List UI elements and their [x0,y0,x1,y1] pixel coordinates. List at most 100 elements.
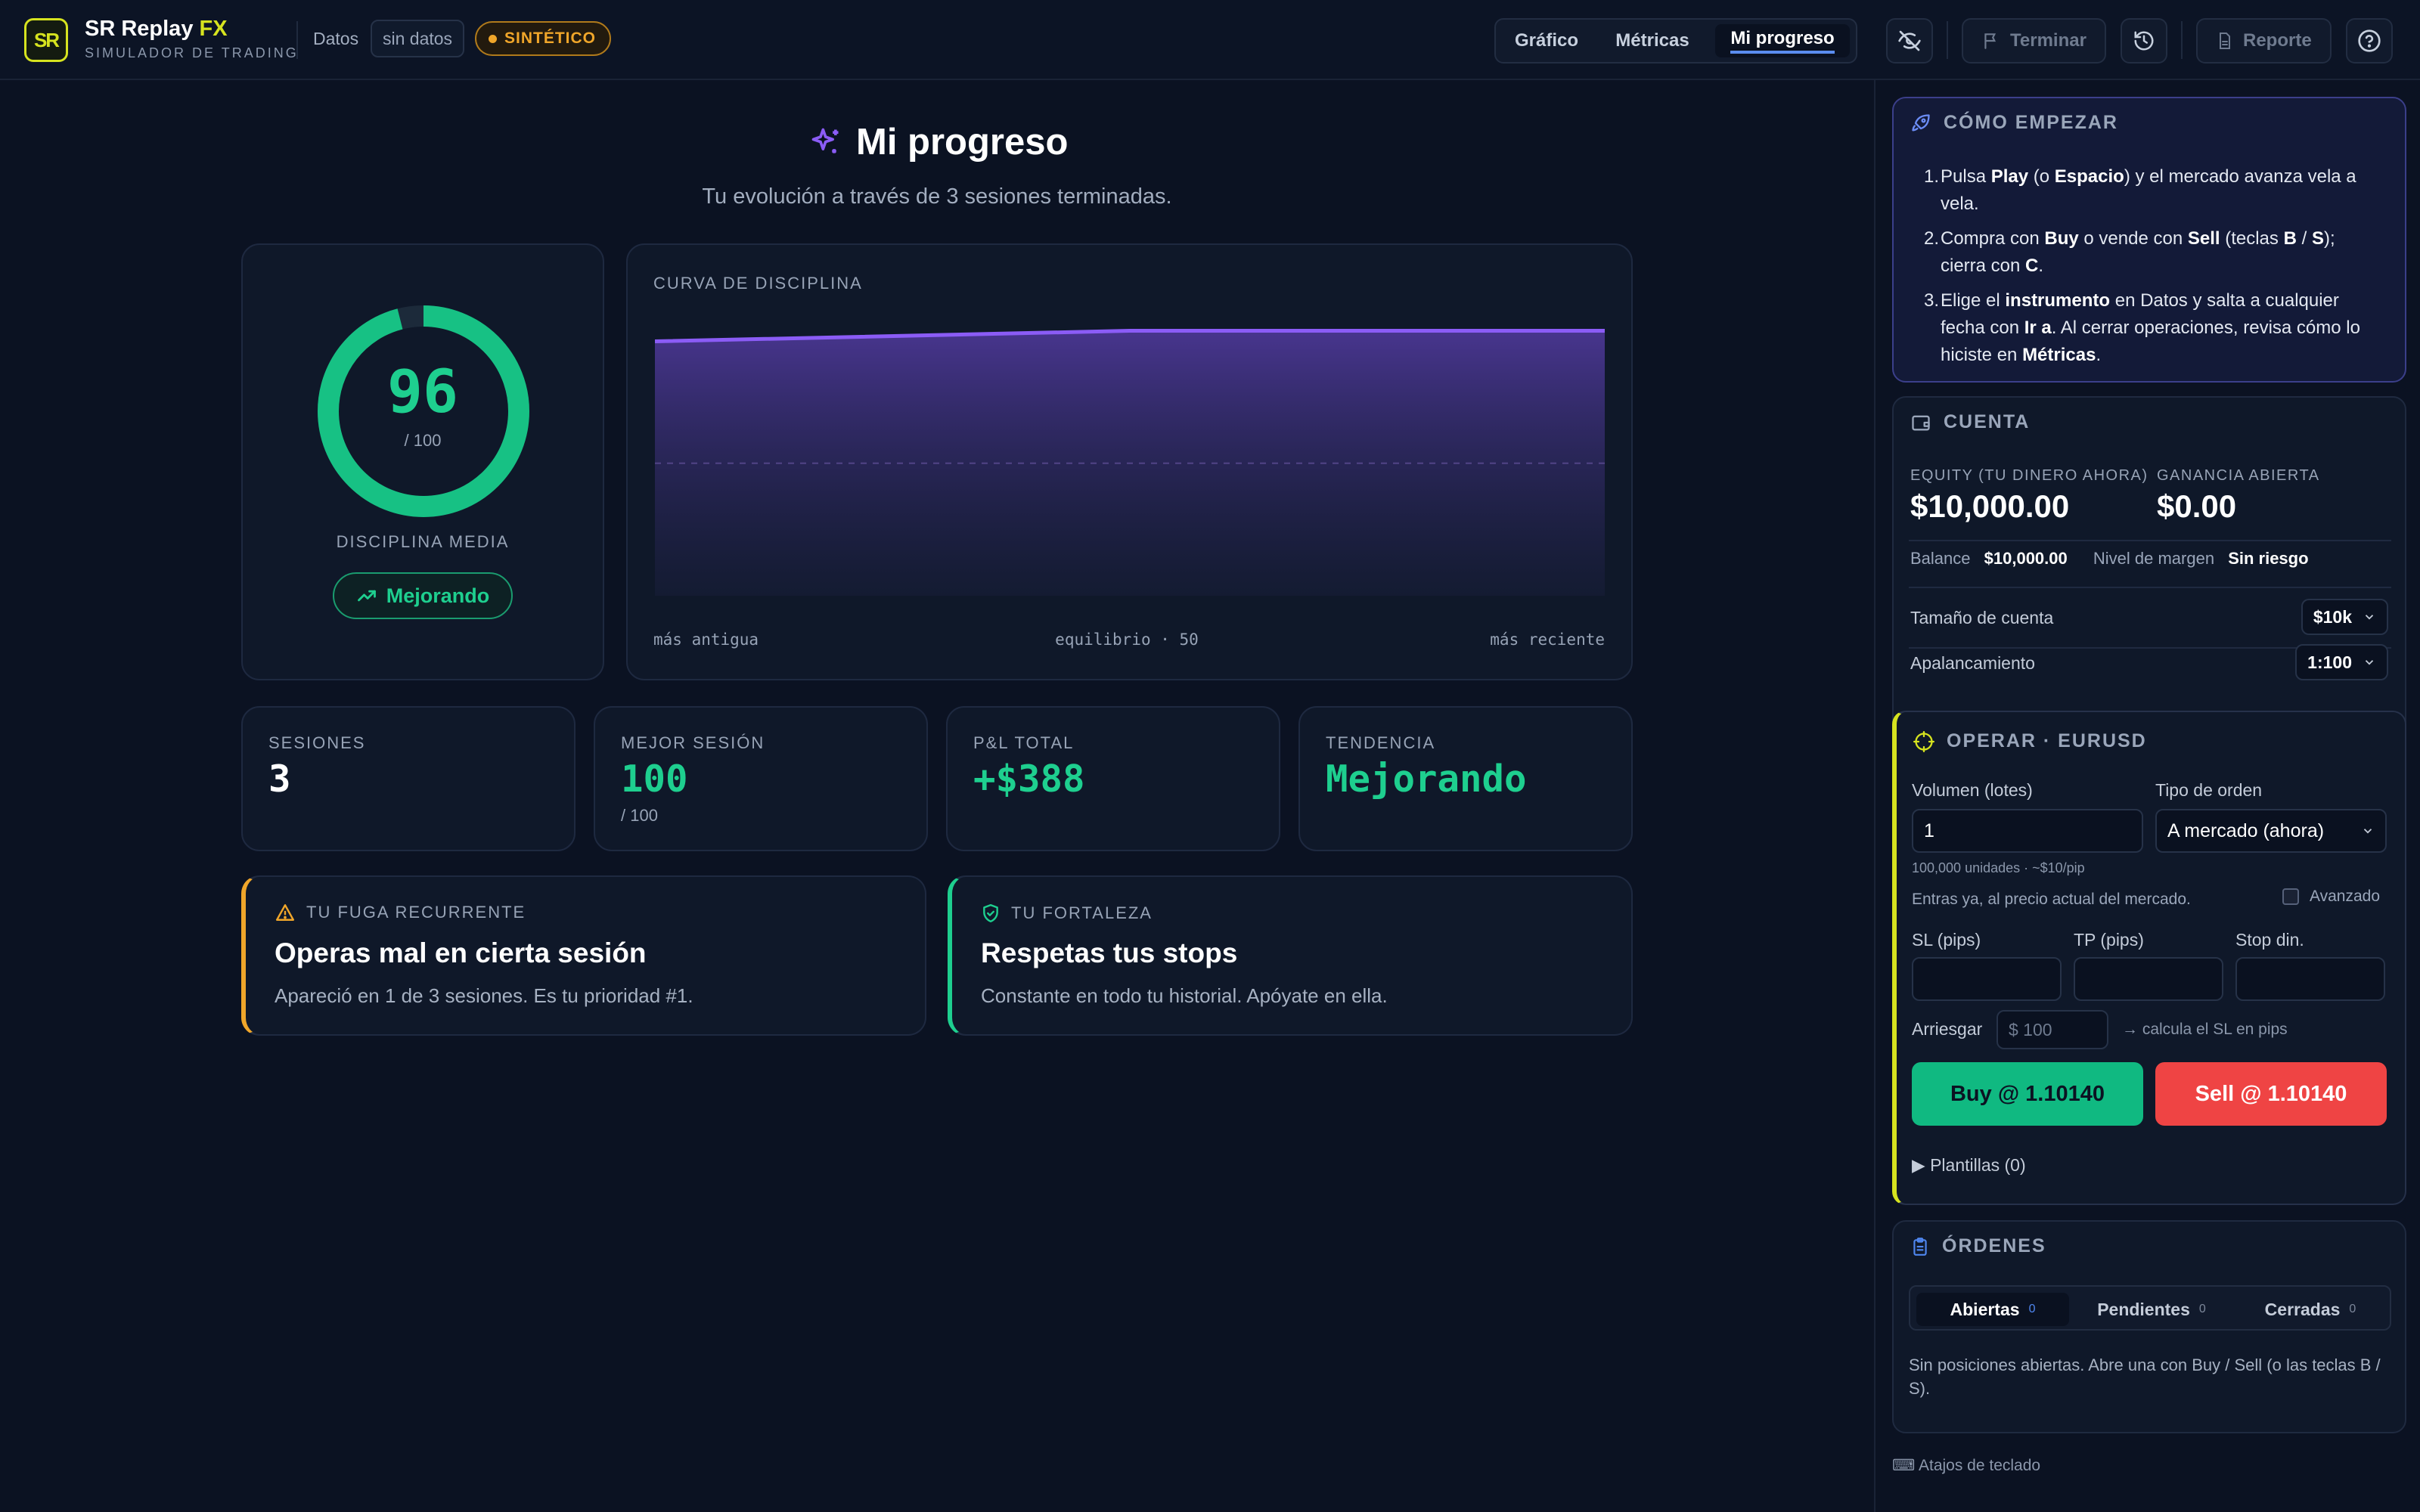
leverage-select[interactable]: 1:100 [2295,644,2388,680]
margin-value: Sin riesgo [2228,549,2309,568]
account-size-select[interactable]: $10k [2301,599,2388,635]
risk-input[interactable]: $ 100 [1996,1010,2108,1049]
step-item: 1. Pulsa Play (o Espacio) y el mercado av… [1924,163,2385,218]
app-logo: SR [24,18,68,62]
stat-value: 3 [268,758,291,801]
advanced-label: Avanzado [2310,888,2381,905]
volume-input[interactable]: 1 [1912,809,2143,853]
stat-card-trend: TENDENCIA Mejorando [1298,706,1633,851]
help-button[interactable] [2346,18,2393,64]
advanced-checkbox[interactable] [2282,888,2299,905]
page-title: Mi progreso [809,121,1068,163]
page-title-text: Mi progreso [856,122,1069,163]
tab-open-orders[interactable]: Abiertas 0 [1916,1293,2069,1326]
leak-tag: TU FUGA RECURRENTE [275,903,526,922]
account-heading: CUENTA [1910,411,2030,433]
templates-toggle[interactable]: ▶ Plantillas (0) [1912,1155,2026,1176]
stat-value: 100 [621,758,688,801]
chevron-down-icon [2365,660,2374,665]
getting-started-steps: 1. Pulsa Play (o Espacio) y el mercado av… [1924,163,2385,376]
step-text: Compra con Buy o vende con Sell (teclas … [1941,228,2335,276]
sell-button[interactable]: Sell @ 1.10140 [2155,1062,2387,1126]
sparkles-icon [811,128,839,153]
step-fragment: Pulsa [1941,166,1991,187]
getting-started-heading-text: CÓMO EMPEZAR [1944,112,2118,133]
step-fragment: . [2038,256,2044,276]
strength-title: Respetas tus stops [981,937,1238,968]
hide-values-button[interactable] [1886,18,1933,64]
order-type-label: Tipo de orden [2155,780,2263,800]
step-keyword: instrumento [2005,290,2111,311]
divider [1947,21,1948,59]
tab-mi-progreso-label: Mi progreso [1730,28,1835,54]
step-keyword: B [2283,228,2297,249]
tab-metricas-label: Métricas [1615,30,1689,51]
strength-text: Constante en todo tu historial. Apóyate … [981,984,1388,1007]
tab-grafico[interactable]: Gráfico [1502,24,1591,57]
step-keyword: Espacio [2054,166,2124,187]
leak-title: Operas mal en cierta sesión [275,937,647,968]
flag-icon [1984,33,1996,49]
report-label: Reporte [2243,30,2312,51]
step-text: Elige el instrumento en Datos y salta a … [1941,290,2360,365]
history-button[interactable] [2121,18,2167,64]
order-type-select[interactable]: A mercado (ahora) [2155,809,2387,853]
tab-closed-orders-label: Cerradas [2264,1299,2341,1319]
chevron-down-icon [2365,615,2374,620]
brand-name-text: SR Replay [85,17,194,41]
discipline-score: 96 [387,358,458,426]
keyboard-shortcuts-link[interactable]: ⌨ Atajos de teclado [1892,1456,2040,1475]
step-text: Pulsa Play (o Espacio) y el mercado avan… [1941,166,2356,214]
trend-badge: Mejorando [333,572,513,619]
orders-heading: ÓRDENES [1910,1235,2046,1257]
clipboard-icon [1913,1237,1927,1256]
leak-card: TU FUGA RECURRENTE Operas mal en cierta … [241,875,926,1036]
divider [1909,587,2391,588]
orders-empty-text: Sin posiciones abiertas. Abre una con Bu… [1909,1356,2381,1398]
curve-right-label: más reciente [1490,631,1605,649]
finish-session-button[interactable]: Terminar [1962,18,2106,64]
step-keyword: Buy [2044,228,2079,249]
risk-label: Arriesgar [1912,1019,1983,1039]
tp-input[interactable] [2074,957,2223,1001]
orders-heading-text: ÓRDENES [1942,1235,2046,1256]
curve-title: CURVA DE DISCIPLINA [653,274,863,293]
crosshair-icon [1913,730,1934,752]
open-gain-label: GANANCIA ABIERTA [2157,467,2320,484]
tab-metricas[interactable]: Métricas [1599,24,1706,57]
step-number: 2. [1924,228,1940,249]
divider [2181,21,2183,59]
shield-check-icon [983,903,998,923]
history-icon [2134,31,2154,51]
step-fragment: Elige el [1941,290,2006,311]
discipline-label: DISCIPLINA MEDIA [336,532,510,551]
trend-badge-label: Mejorando [386,584,490,607]
step-fragment: Compra con [1941,228,2045,249]
getting-started-heading: CÓMO EMPEZAR [1910,112,2118,134]
tp-label: TP (pips) [2074,930,2144,950]
discipline-curve-chart [655,329,1605,596]
document-icon [2220,33,2230,49]
advanced-toggle[interactable]: Avanzado [2282,888,2380,906]
volume-hint: 100,000 unidades · ~$10/pip [1912,860,2085,875]
step-fragment: (o [2028,166,2055,187]
tab-pending-orders[interactable]: Pendientes 0 [2075,1293,2228,1326]
trailing-stop-input[interactable] [2235,957,2385,1001]
stat-card-pnl: P&L TOTAL +$388 [946,706,1280,851]
datos-chip[interactable]: sin datos [371,20,465,57]
risk-hint: → calcula el SL en pips [2122,1021,2288,1038]
balance-value: $10,000.00 [1984,549,2068,568]
tab-mi-progreso[interactable]: Mi progreso [1715,24,1850,57]
tab-closed-orders[interactable]: Cerradas 0 [2234,1293,2387,1326]
stat-value: Mejorando [1326,758,1527,801]
step-keyword: Ir a [2024,318,2052,338]
tab-closed-orders-count: 0 [2349,1303,2356,1315]
step-keyword: S [2311,228,2324,249]
right-panel: CÓMO EMPEZAR 1. Pulsa Play (o Espacio) y … [1874,80,2420,1512]
status-dot-icon [489,34,497,43]
equity-label: EQUITY (TU DINERO AHORA) [1910,467,2149,484]
sl-input[interactable] [1912,957,2062,1001]
order-description: Entras ya, al precio actual del mercado. [1912,891,2191,908]
buy-button[interactable]: Buy @ 1.10140 [1912,1062,2143,1126]
report-button[interactable]: Reporte [2196,18,2332,64]
